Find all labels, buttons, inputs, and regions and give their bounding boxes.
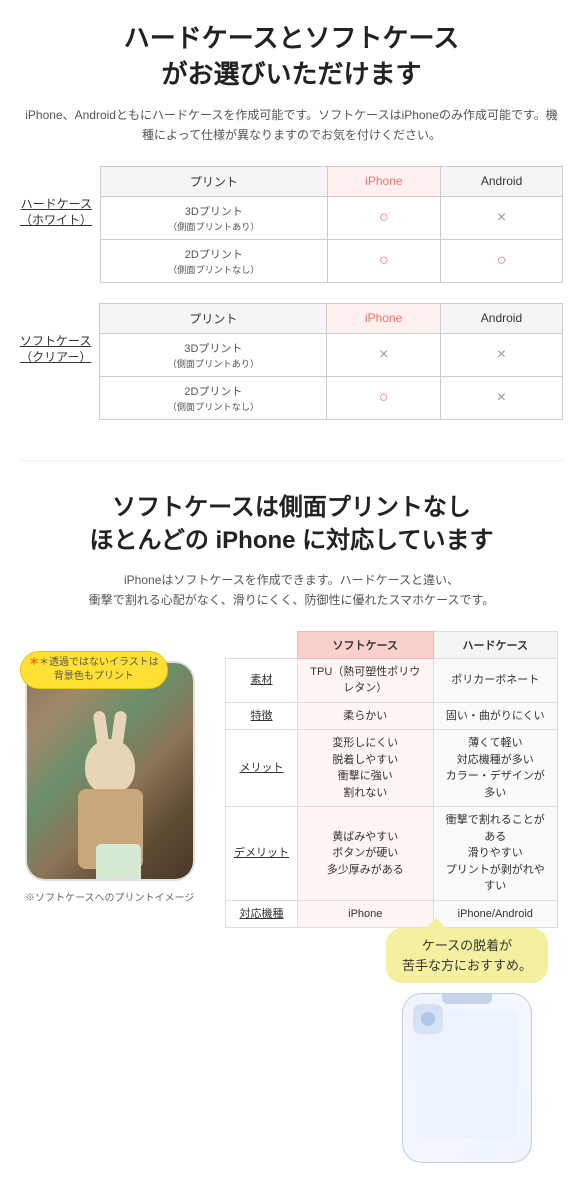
hard-case-table: プリント iPhone Android 3Dプリント（側面プリントあり） ○ ×…	[100, 166, 563, 283]
soft-case-table: プリント iPhone Android 3Dプリント（側面プリントあり） × ×…	[99, 303, 563, 420]
hard-print-header: プリント	[101, 166, 328, 196]
section-divider	[20, 460, 563, 461]
hard-row1-android: ×	[441, 196, 563, 239]
section2-title: ソフトケースは側面プリントなし ほとんどの iPhone に対応しています	[15, 491, 568, 558]
rabbit-ear-right	[111, 710, 128, 746]
soft-row1-iphone: ×	[327, 333, 441, 376]
rabbit-body	[78, 789, 143, 869]
table-row: 2Dプリント（側面プリントなし） ○ ○	[101, 239, 563, 282]
bottom-caption-area: ケースの脱着が苦手な方におすすめ。	[15, 928, 568, 1183]
soft-print-header: プリント	[100, 303, 327, 333]
comparison-table-area: ソフトケース ハードケース 素材TPU（熱可塑性ポリウレタン）ポリカーボネート特…	[225, 631, 558, 929]
painting-background	[27, 663, 193, 879]
speech-bubble: ケースの脱着が苦手な方におすすめ。	[386, 928, 548, 983]
comp-row-label: 素材	[226, 658, 298, 702]
rabbit-apron	[96, 844, 141, 881]
clear-phone-notch	[442, 994, 492, 1004]
hard-case-section: ハードケース （ホワイト） プリント iPhone Android 3Dプリント…	[20, 166, 563, 283]
comp-soft-cell: 黄ばみやすいボタンが硬い多少厚みがある	[298, 807, 434, 901]
lower-section: ＊＊透過ではないイラストは 背景色もプリント	[15, 631, 568, 929]
soft-case-section: ソフトケース （クリアー） プリント iPhone Android 3Dプリント…	[20, 303, 563, 420]
table-row: 対応機種iPhoneiPhone/Android	[226, 900, 558, 928]
phone-image-area: ＊＊透過ではないイラストは 背景色もプリント	[25, 631, 215, 929]
comp-soft-cell: 柔らかい	[298, 702, 434, 730]
comp-hard-cell: 固い・曲がりにくい	[433, 702, 557, 730]
comp-hard-cell: 薄くて軽い対応機種が多いカラー・デザインが多い	[433, 730, 557, 807]
clear-phone-image	[402, 993, 532, 1163]
hard-android-header: Android	[441, 166, 563, 196]
comp-row-label: メリット	[226, 730, 298, 807]
sticker-label: ＊＊透過ではないイラストは 背景色もプリント	[20, 651, 168, 689]
hard-case-label: ハードケース （ホワイト）	[20, 166, 100, 230]
section2-subtitle: iPhoneはソフトケースを作成できます。ハードケースと違い、 衝撃で割れる心配…	[15, 570, 568, 611]
soft-row1-android: ×	[440, 333, 562, 376]
comp-soft-cell: iPhone	[298, 900, 434, 928]
comp-soft-cell: TPU（熱可塑性ポリウレタン）	[298, 658, 434, 702]
hard-case-table-container: プリント iPhone Android 3Dプリント（側面プリントあり） ○ ×…	[100, 166, 563, 283]
comp-soft-header: ソフトケース	[298, 631, 434, 658]
comp-row-label: 対応機種	[226, 900, 298, 928]
comp-hard-cell: ポリカーボネート	[433, 658, 557, 702]
hard-row2-iphone: ○	[327, 239, 441, 282]
soft-row1-label: 3Dプリント（側面プリントあり）	[100, 333, 327, 376]
table-row: 特徴柔らかい固い・曲がりにくい	[226, 702, 558, 730]
phone-illustration	[25, 661, 195, 881]
table-row: 2Dプリント（側面プリントなし） ○ ×	[100, 376, 563, 419]
section1: ハードケースとソフトケース がお選びいただけます iPhone、Androidと…	[0, 0, 583, 450]
table-row: 3Dプリント（側面プリントあり） × ×	[100, 333, 563, 376]
comp-hard-header: ハードケース	[433, 631, 557, 658]
table-row: 素材TPU（熱可塑性ポリウレタン）ポリカーボネート	[226, 658, 558, 702]
rabbit-ear-left	[93, 710, 110, 746]
soft-row2-label: 2Dプリント（側面プリントなし）	[100, 376, 327, 419]
rabbit-figure	[70, 739, 150, 869]
soft-row2-iphone: ○	[327, 376, 441, 419]
hard-row2-android: ○	[441, 239, 563, 282]
comparison-table: ソフトケース ハードケース 素材TPU（熱可塑性ポリウレタン）ポリカーボネート特…	[225, 631, 558, 929]
hard-row1-iphone: ○	[327, 196, 441, 239]
table-row: メリット変形しにくい脱着しやすい衝撃に強い割れない薄くて軽い対応機種が多いカラー…	[226, 730, 558, 807]
section2: ソフトケースは側面プリントなし ほとんどの iPhone に対応しています iP…	[0, 471, 583, 1193]
clear-phone-screen	[416, 1012, 518, 1138]
soft-row2-android: ×	[440, 376, 562, 419]
hard-row1-label: 3Dプリント（側面プリントあり）	[101, 196, 328, 239]
image-caption: ※ソフトケースへのプリントイメージ	[25, 889, 215, 904]
comp-row-label: デメリット	[226, 807, 298, 901]
section1-title: ハードケースとソフトケース がお選びいただけます	[20, 20, 563, 93]
soft-case-table-container: プリント iPhone Android 3Dプリント（側面プリントあり） × ×…	[99, 303, 563, 420]
comp-hard-cell: 衝撃で割れることがある滑りやすいプリントが剥がれやすい	[433, 807, 557, 901]
comp-hard-cell: iPhone/Android	[433, 900, 557, 928]
table-row: 3Dプリント（側面プリントあり） ○ ×	[101, 196, 563, 239]
soft-case-label: ソフトケース （クリアー）	[20, 303, 99, 367]
section1-subtitle: iPhone、Androidともにハードケースを作成可能です。ソフトケースはiP…	[20, 105, 563, 146]
comp-row-label: 特徴	[226, 702, 298, 730]
hard-iphone-header: iPhone	[327, 166, 441, 196]
soft-iphone-header: iPhone	[327, 303, 441, 333]
comp-soft-cell: 変形しにくい脱着しやすい衝撃に強い割れない	[298, 730, 434, 807]
table-row: デメリット黄ばみやすいボタンが硬い多少厚みがある衝撃で割れることがある滑りやすい…	[226, 807, 558, 901]
soft-android-header: Android	[440, 303, 562, 333]
rabbit-head	[85, 739, 135, 794]
hard-row2-label: 2Dプリント（側面プリントなし）	[101, 239, 328, 282]
